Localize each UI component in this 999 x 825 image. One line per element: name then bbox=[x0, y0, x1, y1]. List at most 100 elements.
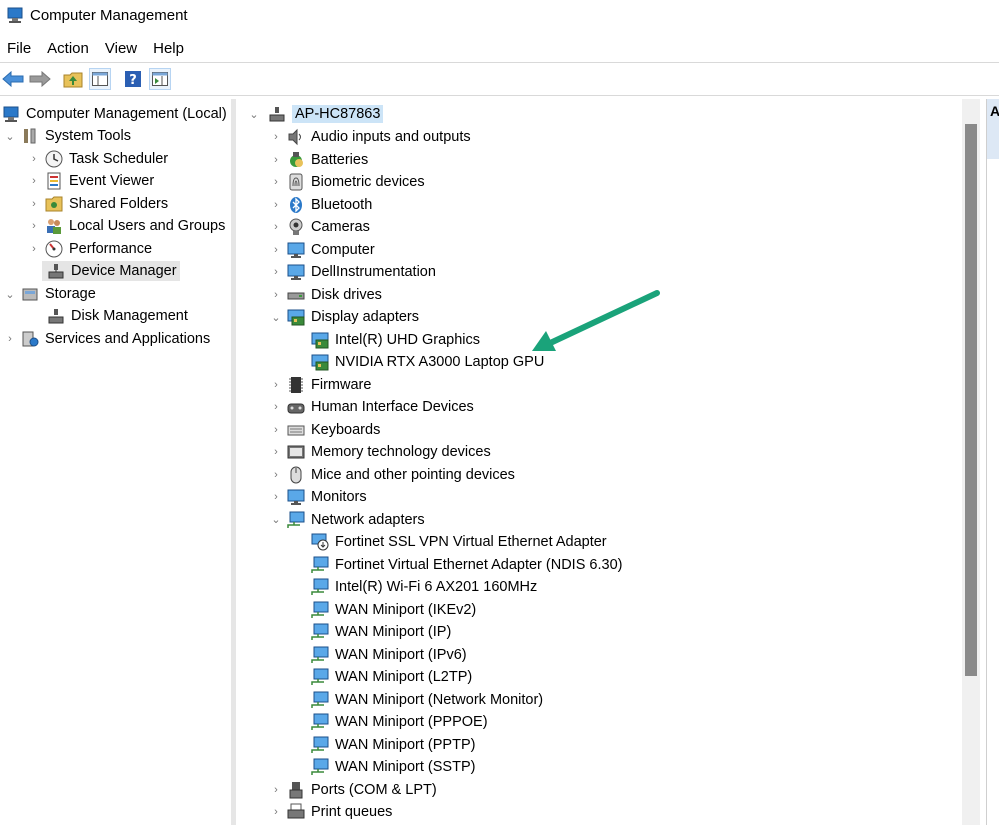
vertical-scrollbar[interactable] bbox=[962, 99, 980, 825]
device-item[interactable]: WAN Miniport (L2TP) bbox=[292, 666, 472, 688]
chevron-right-icon[interactable]: › bbox=[268, 401, 284, 413]
device-label: Intel(R) Wi-Fi 6 AX201 160MHz bbox=[335, 579, 538, 595]
device-category[interactable]: › Biometric devices bbox=[268, 171, 425, 193]
device-category[interactable]: › Audio inputs and outputs bbox=[268, 126, 471, 148]
device-item[interactable]: Fortinet Virtual Ethernet Adapter (NDIS … bbox=[292, 554, 622, 576]
device-item[interactable]: WAN Miniport (SSTP) bbox=[292, 756, 475, 778]
device-category[interactable]: › Mice and other pointing devices bbox=[268, 464, 515, 486]
device-category[interactable]: › Bluetooth bbox=[268, 194, 372, 216]
port-icon bbox=[287, 781, 305, 799]
help-icon[interactable]: ? bbox=[122, 68, 144, 90]
tree-label: System Tools bbox=[45, 128, 131, 144]
network-icon bbox=[311, 713, 329, 731]
chevron-right-icon[interactable]: › bbox=[268, 266, 284, 278]
device-item[interactable]: WAN Miniport (PPTP) bbox=[292, 734, 475, 756]
chevron-right-icon[interactable]: › bbox=[2, 333, 18, 345]
device-item[interactable]: WAN Miniport (Network Monitor) bbox=[292, 689, 543, 711]
device-item[interactable]: WAN Miniport (IKEv2) bbox=[292, 599, 476, 621]
tree-node-computer-management[interactable]: Computer Management (Local) bbox=[0, 103, 227, 125]
chevron-down-icon[interactable]: ⌄ bbox=[2, 130, 18, 143]
chevron-right-icon[interactable]: › bbox=[268, 289, 284, 301]
chevron-right-icon[interactable]: › bbox=[26, 198, 42, 210]
chevron-right-icon[interactable]: › bbox=[26, 153, 42, 165]
device-category[interactable]: ⌄ Network adapters bbox=[268, 509, 425, 531]
chevron-down-icon[interactable]: ⌄ bbox=[246, 108, 262, 121]
chevron-down-icon[interactable]: ⌄ bbox=[2, 288, 18, 301]
tree-node-shared-folders[interactable]: › Shared Folders bbox=[26, 193, 168, 215]
device-item[interactable]: NVIDIA RTX A3000 Laptop GPU bbox=[292, 351, 544, 373]
device-item[interactable]: WAN Miniport (IP) bbox=[292, 621, 451, 643]
chevron-right-icon[interactable]: › bbox=[26, 243, 42, 255]
tools-icon bbox=[21, 127, 39, 145]
device-category[interactable]: › Cameras bbox=[268, 216, 370, 238]
chevron-right-icon[interactable]: › bbox=[268, 446, 284, 458]
device-category[interactable]: › Memory technology devices bbox=[268, 441, 491, 463]
device-item[interactable]: Intel(R) Wi-Fi 6 AX201 160MHz bbox=[292, 576, 537, 598]
device-category[interactable]: › Print queues bbox=[268, 801, 392, 823]
device-category[interactable]: › Firmware bbox=[268, 374, 371, 396]
forward-arrow-icon[interactable] bbox=[29, 68, 51, 90]
menu-action[interactable]: Action bbox=[39, 38, 97, 60]
chevron-right-icon[interactable]: › bbox=[268, 199, 284, 211]
device-category[interactable]: › Keyboards bbox=[268, 419, 380, 441]
chevron-right-icon[interactable]: › bbox=[268, 469, 284, 481]
chevron-down-icon[interactable]: ⌄ bbox=[268, 513, 284, 526]
device-tree-root[interactable]: ⌄ AP-HC87863 bbox=[246, 103, 384, 125]
show-hide-tree-icon[interactable] bbox=[89, 68, 111, 90]
menu-view[interactable]: View bbox=[97, 38, 145, 60]
pane-splitter[interactable] bbox=[231, 99, 236, 825]
up-folder-icon[interactable] bbox=[62, 68, 84, 90]
tree-node-event-viewer[interactable]: › Event Viewer bbox=[26, 170, 154, 192]
actions-pane: A bbox=[986, 99, 999, 825]
device-label: Fortinet Virtual Ethernet Adapter (NDIS … bbox=[335, 556, 623, 573]
tree-node-local-users-and-groups[interactable]: › Local Users and Groups bbox=[26, 215, 225, 237]
device-item[interactable]: WAN Miniport (PPPOE) bbox=[292, 711, 488, 733]
device-category[interactable]: › DellInstrumentation bbox=[268, 261, 436, 283]
scrollbar-thumb[interactable] bbox=[965, 124, 977, 676]
network-icon bbox=[311, 578, 329, 596]
tree-node-task-scheduler[interactable]: › Task Scheduler bbox=[26, 148, 168, 170]
chevron-right-icon[interactable]: › bbox=[268, 176, 284, 188]
chevron-right-icon[interactable]: › bbox=[268, 154, 284, 166]
device-category[interactable]: › Human Interface Devices bbox=[268, 396, 474, 418]
chevron-right-icon[interactable]: › bbox=[268, 221, 284, 233]
device-label: WAN Miniport (PPPOE) bbox=[335, 714, 488, 730]
device-category[interactable]: › Monitors bbox=[268, 486, 367, 508]
device-category[interactable]: › Batteries bbox=[268, 149, 368, 171]
tree-node-system-tools[interactable]: ⌄ System Tools bbox=[2, 125, 131, 147]
device-item[interactable]: WAN Miniport (IPv6) bbox=[292, 644, 467, 666]
back-arrow-icon[interactable] bbox=[2, 68, 24, 90]
chevron-right-icon[interactable]: › bbox=[26, 175, 42, 187]
chevron-right-icon[interactable]: › bbox=[268, 806, 284, 818]
chevron-right-icon[interactable]: › bbox=[268, 244, 284, 256]
device-item[interactable]: Fortinet SSL VPN Virtual Ethernet Adapte… bbox=[292, 531, 607, 553]
network-icon bbox=[311, 623, 329, 641]
device-item[interactable]: Intel(R) UHD Graphics bbox=[292, 329, 480, 351]
show-action-pane-icon[interactable] bbox=[149, 68, 171, 90]
chevron-right-icon[interactable]: › bbox=[268, 491, 284, 503]
menu-file[interactable]: File bbox=[0, 38, 39, 60]
chevron-right-icon[interactable]: › bbox=[268, 784, 284, 796]
toolbar-divider bbox=[0, 95, 999, 96]
chevron-right-icon[interactable]: › bbox=[26, 220, 42, 232]
tree-label: Device Manager bbox=[71, 263, 177, 279]
monitor-icon bbox=[287, 488, 305, 506]
menu-help[interactable]: Help bbox=[145, 38, 192, 60]
chevron-right-icon[interactable]: › bbox=[268, 131, 284, 143]
tree-label: Shared Folders bbox=[69, 196, 169, 212]
computer-management-icon bbox=[2, 105, 20, 123]
chevron-right-icon[interactable]: › bbox=[268, 424, 284, 436]
chevron-right-icon[interactable]: › bbox=[268, 379, 284, 391]
tree-label: Services and Applications bbox=[45, 331, 211, 347]
tree-node-storage[interactable]: ⌄ Storage bbox=[2, 283, 95, 305]
tree-node-services-and-applications[interactable]: › Services and Applications bbox=[2, 328, 210, 350]
device-category[interactable]: › Disk drives bbox=[268, 284, 382, 306]
tree-node-device-manager[interactable]: Device Manager bbox=[42, 260, 180, 282]
chevron-down-icon[interactable]: ⌄ bbox=[268, 311, 284, 324]
tree-node-disk-management[interactable]: Disk Management bbox=[42, 305, 188, 327]
device-label: NVIDIA RTX A3000 Laptop GPU bbox=[335, 354, 545, 370]
device-category[interactable]: ⌄ Display adapters bbox=[268, 306, 419, 328]
device-category[interactable]: › Computer bbox=[268, 239, 375, 261]
device-category[interactable]: › Ports (COM & LPT) bbox=[268, 779, 437, 801]
tree-node-performance[interactable]: › Performance bbox=[26, 238, 152, 260]
